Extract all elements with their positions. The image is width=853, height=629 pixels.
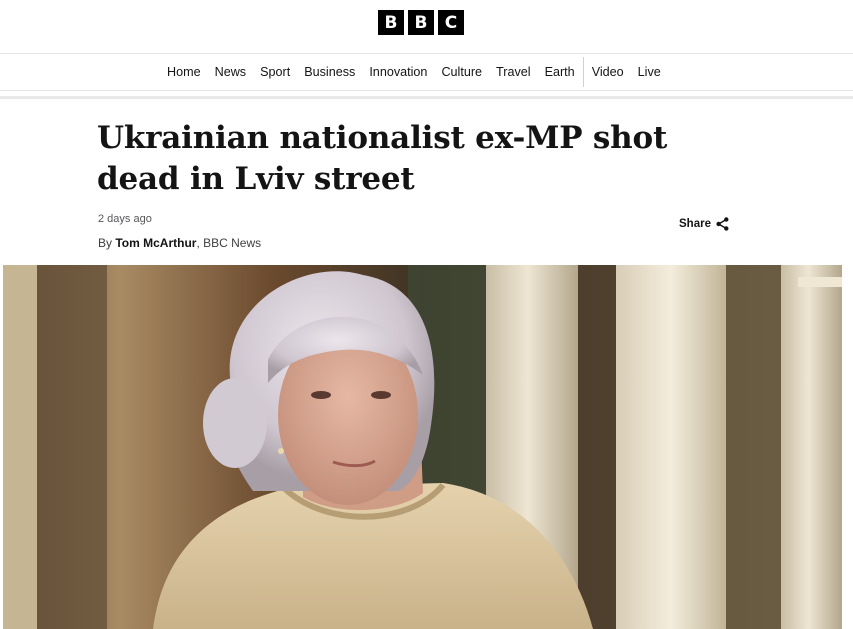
nav-item-travel[interactable]: Travel (489, 54, 538, 90)
nav-list: Home News Sport Business Innovation Cult… (160, 54, 668, 90)
nav-item-innovation[interactable]: Innovation (362, 54, 434, 90)
nav-item-live[interactable]: Live (631, 54, 668, 90)
nav-item-earth[interactable]: Earth (538, 54, 582, 90)
nav-divider (582, 57, 584, 87)
share-label: Share (679, 218, 711, 230)
photo-woman-portrait (3, 265, 842, 629)
hero-image (3, 265, 842, 629)
nav-item-home[interactable]: Home (160, 54, 208, 90)
nav-item-sport[interactable]: Sport (253, 54, 297, 90)
nav-item-news[interactable]: News (208, 54, 254, 90)
share-button[interactable]: Share (679, 217, 729, 231)
article-timestamp: 2 days ago (98, 213, 152, 225)
main-nav: Home News Sport Business Innovation Cult… (0, 54, 853, 91)
logo-letter: B (408, 10, 434, 35)
logo-letter: C (438, 10, 464, 35)
header-divider (0, 96, 853, 99)
masthead: B B C (0, 0, 853, 54)
article-byline: By Tom McArthur, BBC News (98, 236, 261, 250)
byline-outlet: BBC News (203, 236, 262, 250)
article-headline: Ukrainian nationalist ex-MP shot dead in… (97, 120, 668, 197)
byline-author: Tom McArthur (115, 236, 197, 250)
nav-item-culture[interactable]: Culture (434, 54, 489, 90)
bbc-logo[interactable]: B B C (378, 10, 464, 35)
share-icon (716, 217, 729, 231)
logo-letter: B (378, 10, 404, 35)
nav-item-video[interactable]: Video (585, 54, 631, 90)
byline-prefix: By (98, 236, 116, 250)
nav-item-business[interactable]: Business (297, 54, 362, 90)
